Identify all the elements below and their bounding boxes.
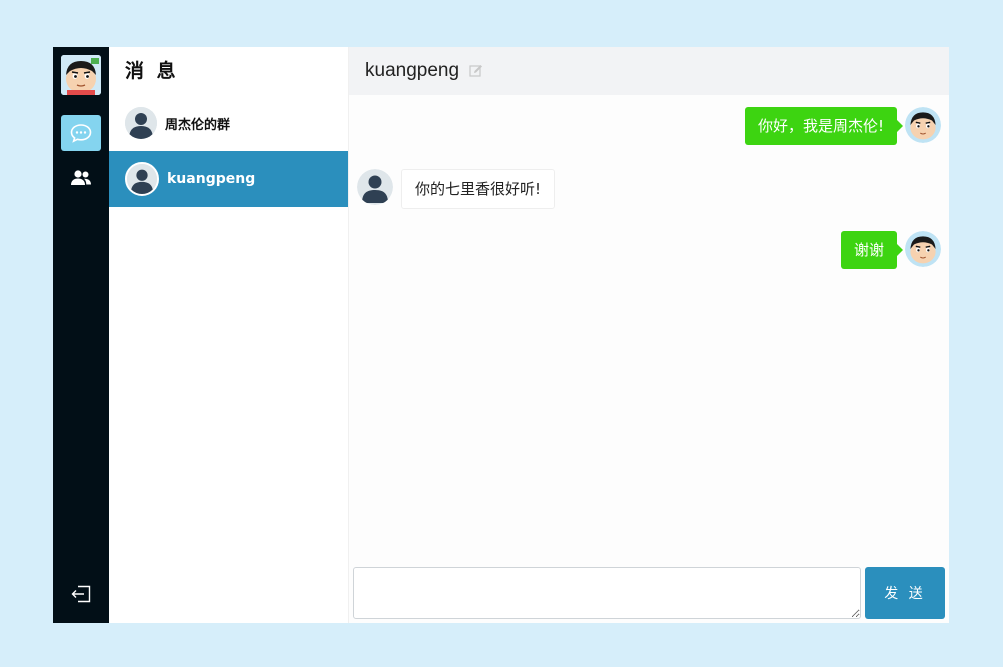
conversation-item[interactable]: 周杰伦的群	[109, 95, 348, 151]
panel-title: 消 息	[125, 60, 179, 82]
edit-icon	[469, 65, 483, 77]
my-avatar[interactable]	[61, 55, 101, 95]
group-avatar	[125, 107, 157, 139]
chat-bubble-icon	[70, 124, 92, 143]
chat-app-window: 消 息 周杰伦的群 kuangpeng kuangpeng 你好，我是周杰伦! …	[53, 47, 949, 623]
conversation-name: 周杰伦的群	[165, 117, 231, 133]
message-outgoing: 谢谢	[840, 231, 941, 269]
conversation-list-panel: 消 息 周杰伦的群 kuangpeng	[109, 47, 349, 623]
edit-name-button[interactable]	[469, 64, 483, 78]
sender-avatar	[905, 231, 941, 267]
chat-peer-name: kuangpeng	[365, 60, 460, 81]
sender-avatar	[357, 169, 393, 205]
user-avatar	[125, 162, 159, 196]
logout-button[interactable]	[61, 579, 101, 609]
logout-icon	[71, 585, 91, 603]
nav-contacts-button[interactable]	[61, 160, 101, 196]
message-input[interactable]	[353, 567, 861, 619]
left-rail	[53, 47, 109, 623]
message-outgoing: 你好，我是周杰伦!	[744, 107, 941, 145]
sender-avatar	[905, 107, 941, 143]
message-incoming: 你的七里香很好听!	[357, 169, 556, 209]
nav-chat-button[interactable]	[61, 115, 101, 151]
contacts-icon	[71, 170, 91, 185]
message-bubble: 你好，我是周杰伦!	[744, 107, 904, 145]
send-button[interactable]: 发 送	[865, 567, 945, 619]
conversation-item-selected[interactable]: kuangpeng	[109, 151, 348, 207]
message-composer: 发 送	[353, 567, 945, 619]
chat-pane: kuangpeng 你好，我是周杰伦! 你的七里香很好听! 谢谢 发 送	[349, 47, 949, 623]
chat-header: kuangpeng	[349, 47, 949, 95]
conversation-name: kuangpeng	[167, 171, 256, 187]
message-bubble: 你的七里香很好听!	[401, 169, 556, 209]
message-bubble: 谢谢	[840, 231, 904, 269]
